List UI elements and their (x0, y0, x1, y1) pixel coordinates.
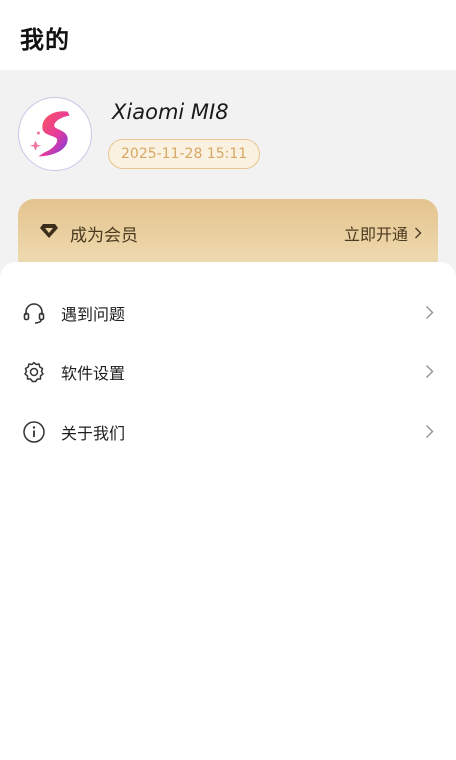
menu-item-about[interactable]: 关于我们 (0, 405, 456, 459)
chevron-right-icon (425, 305, 434, 320)
diamond-icon (40, 224, 58, 238)
menu-item-label: 软件设置 (61, 364, 126, 383)
vip-action-label: 立即开通 (343, 225, 408, 244)
vip-activate-button[interactable]: 立即开通 (344, 221, 422, 245)
date-badge: 2025-11-28 15:11 (108, 139, 261, 169)
chevron-right-icon (425, 364, 434, 379)
top-header: 我的 (0, 0, 456, 70)
menu-item-settings[interactable]: 软件设置 (0, 345, 456, 399)
profile-section: Xiaomi MI8 2025-11-28 15:11 (0, 70, 456, 200)
headset-icon (23, 303, 45, 324)
gear-icon (24, 361, 44, 383)
menu-item-label: 遇到问题 (61, 305, 126, 324)
menu-item-help[interactable]: 遇到问题 (0, 286, 456, 340)
lightning-s-logo-icon (29, 111, 70, 157)
page-title: 我的 (20, 26, 70, 54)
menu-panel: 遇到问题 软件设置 关于我们 (0, 262, 456, 760)
chevron-right-icon (425, 424, 434, 439)
device-name: Xiaomi MI8 (112, 100, 229, 124)
info-icon (23, 421, 45, 443)
menu-item-label: 关于我们 (61, 424, 126, 443)
chevron-right-icon (415, 227, 422, 239)
vip-label: 成为会员 (70, 226, 138, 246)
avatar[interactable] (18, 97, 92, 171)
